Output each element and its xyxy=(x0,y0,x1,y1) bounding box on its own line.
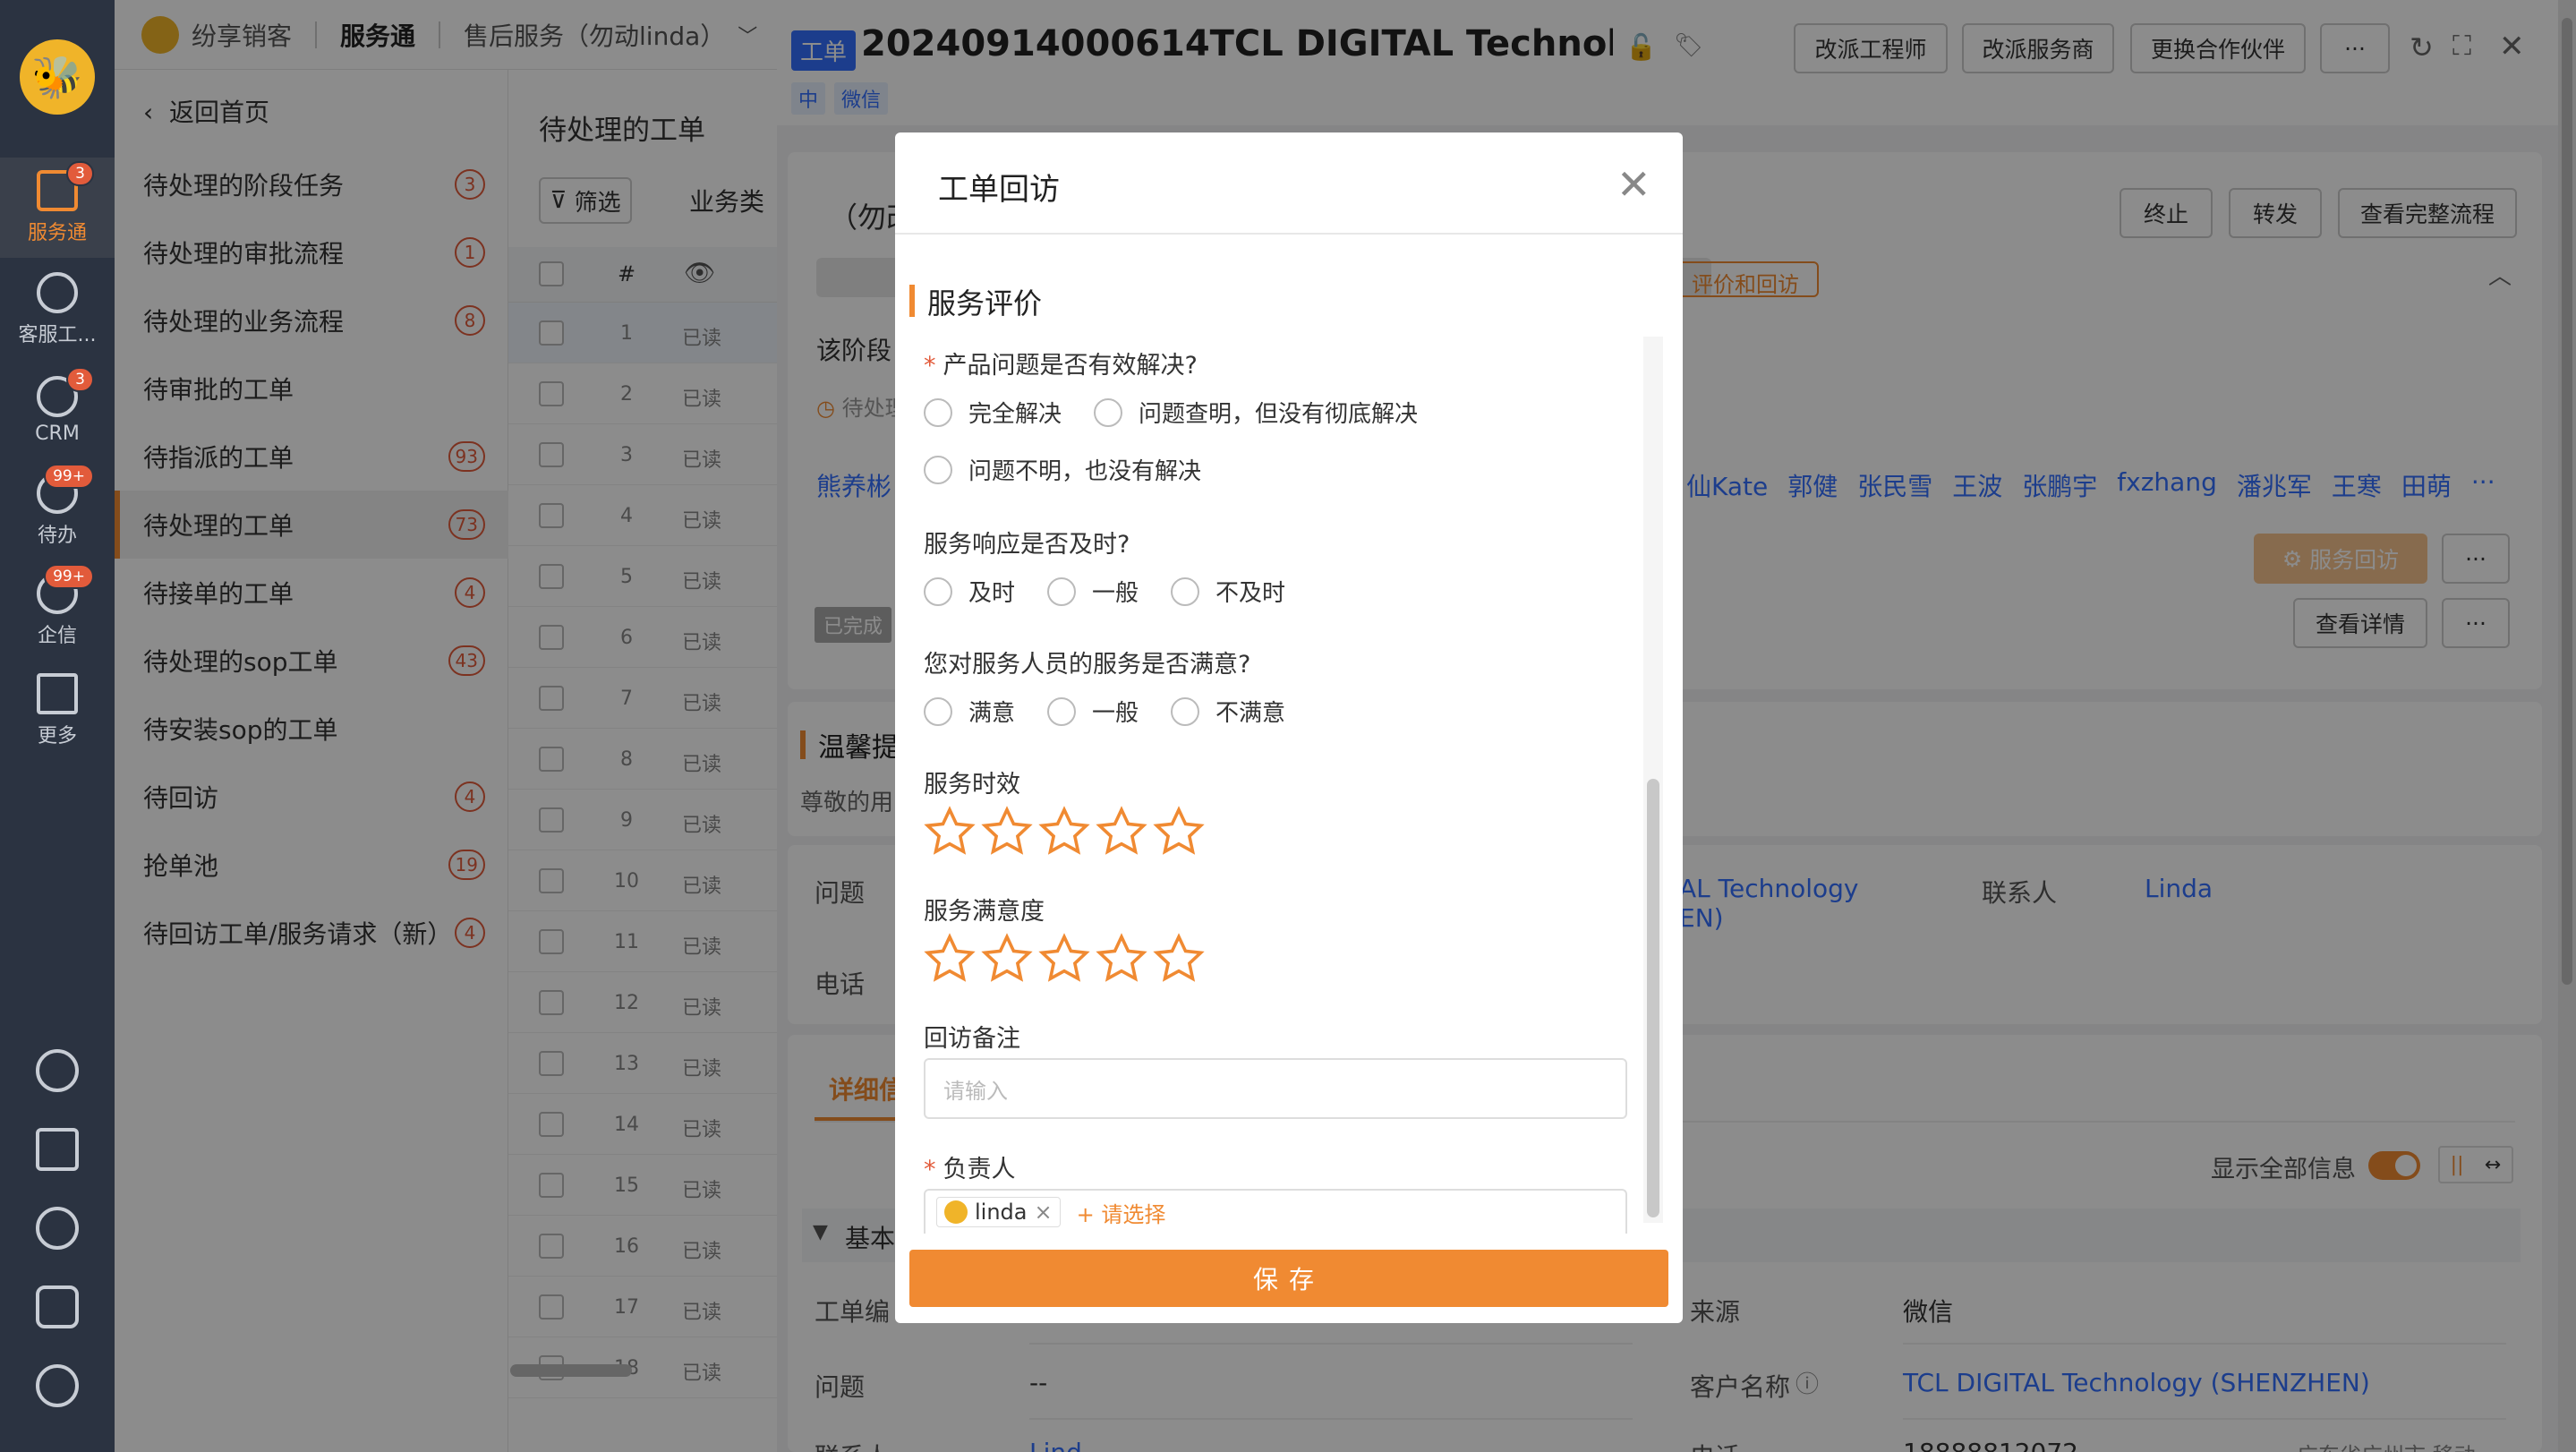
modal-backdrop xyxy=(115,0,777,1452)
owner-label: * 负责人 xyxy=(924,1149,1016,1184)
modal-title: 工单回访 xyxy=(938,172,1060,208)
remove-icon[interactable]: × xyxy=(1035,1200,1053,1225)
star-icon[interactable] xyxy=(922,804,977,859)
clock-icon[interactable] xyxy=(36,1207,79,1250)
radio-label: 完全解决 xyxy=(968,401,1062,428)
radio-q3-opt1[interactable]: 满意 xyxy=(924,695,1015,728)
rating1-label: 服务时效 xyxy=(924,771,1020,799)
section-marker xyxy=(909,285,915,317)
rating2-label: 服务满意度 xyxy=(924,898,1045,926)
radio-q1-opt2[interactable]: 问题查明，但没有彻底解决 xyxy=(1094,396,1418,429)
rating2-stars[interactable] xyxy=(922,931,1207,987)
gear-icon[interactable] xyxy=(36,1364,79,1407)
owner-chip: linda × xyxy=(936,1197,1061,1227)
radio-label: 不满意 xyxy=(1215,700,1286,727)
radio-q1-opt3[interactable]: 问题不明，也没有解决 xyxy=(924,453,1201,486)
required-mark: * xyxy=(924,352,936,380)
star-icon[interactable] xyxy=(1151,804,1207,859)
radio-q3-opt3[interactable]: 不满意 xyxy=(1171,695,1285,728)
rail-item-chat[interactable]: 99+ 企信 xyxy=(0,560,115,661)
radio-label: 问题不明，也没有解决 xyxy=(968,458,1202,485)
radio-circle xyxy=(924,696,952,726)
star-icon[interactable] xyxy=(1094,804,1149,859)
rail-label: 服务通 xyxy=(27,222,87,244)
rail-label: 更多 xyxy=(37,725,77,747)
rail-item-service[interactable]: 3 服务通 xyxy=(0,158,115,258)
todo-icon: 99+ xyxy=(37,464,94,514)
required-mark: * xyxy=(924,1156,936,1183)
star-icon[interactable] xyxy=(1036,804,1092,859)
radio-circle xyxy=(924,397,952,427)
section-title: 服务评价 xyxy=(927,286,1043,320)
chat-icon: 99+ xyxy=(37,564,94,614)
radio-label: 满意 xyxy=(968,700,1016,727)
radio-circle xyxy=(1047,577,1076,606)
rail-label: CRM xyxy=(35,422,80,445)
save-button[interactable]: 保存 xyxy=(909,1250,1668,1307)
user-settings-icon[interactable] xyxy=(36,1285,79,1328)
radio-circle xyxy=(1094,397,1122,427)
radio-circle xyxy=(1171,696,1199,726)
radio-label: 一般 xyxy=(1092,700,1139,727)
avatar xyxy=(944,1200,968,1224)
rail-item-customer-service[interactable]: 客服工... xyxy=(0,260,115,360)
grid-icon xyxy=(37,673,78,714)
q3-label: 您对服务人员的服务是否满意? xyxy=(924,651,1251,679)
star-icon[interactable] xyxy=(979,804,1035,859)
star-icon[interactable] xyxy=(1094,931,1149,987)
close-icon[interactable]: ✕ xyxy=(1616,164,1651,205)
service-icon: 3 xyxy=(37,161,94,211)
rail-item-crm[interactable]: 3 CRM xyxy=(0,360,115,460)
crm-icon: 3 xyxy=(37,366,94,417)
rail-item-more[interactable]: 更多 xyxy=(0,661,115,761)
rail-item-todo[interactable]: 99+ 待办 xyxy=(0,460,115,560)
rating1-stars[interactable] xyxy=(922,804,1207,859)
radio-circle xyxy=(1171,577,1199,606)
notes-icon[interactable] xyxy=(36,1128,79,1171)
divider xyxy=(895,233,1683,235)
app-logo[interactable]: 🐝 xyxy=(20,39,95,115)
rail-label: 待办 xyxy=(37,525,77,547)
radio-circle xyxy=(924,455,952,484)
remark-input[interactable]: 请输入 xyxy=(924,1058,1627,1119)
rail-badge: 99+ xyxy=(44,464,94,489)
radio-label: 一般 xyxy=(1092,580,1139,607)
star-icon[interactable] xyxy=(1151,931,1207,987)
headset-icon xyxy=(37,272,78,313)
star-icon[interactable] xyxy=(979,931,1035,987)
owner-text: 负责人 xyxy=(943,1156,1016,1183)
q2-label: 服务响应是否及时? xyxy=(924,531,1130,559)
radio-circle xyxy=(1047,696,1076,726)
radio-q3-opt2[interactable]: 一般 xyxy=(1047,695,1139,728)
rail-badge: 3 xyxy=(66,366,94,392)
star-icon[interactable] xyxy=(922,931,977,987)
radio-q2-opt3[interactable]: 不及时 xyxy=(1171,575,1285,608)
modal-scrollbar[interactable] xyxy=(1647,779,1659,1217)
rail-label: 企信 xyxy=(37,625,77,647)
radio-label: 问题查明，但没有彻底解决 xyxy=(1139,401,1419,428)
owner-chip-label: linda xyxy=(975,1200,1028,1225)
rail-badge: 3 xyxy=(66,161,94,186)
rail-badge: 99+ xyxy=(44,564,94,589)
q1-label: * 产品问题是否有效解决? xyxy=(924,346,1198,380)
radio-circle xyxy=(924,577,952,606)
q1-text: 产品问题是否有效解决? xyxy=(943,352,1198,380)
owner-select[interactable]: linda × + 请选择 xyxy=(924,1189,1627,1234)
radio-label: 不及时 xyxy=(1215,580,1286,607)
add-owner-link[interactable]: + 请选择 xyxy=(1077,1197,1166,1228)
star-icon[interactable] xyxy=(1036,931,1092,987)
radio-label: 及时 xyxy=(968,580,1016,607)
help-icon[interactable] xyxy=(36,1049,79,1092)
rail-label: 客服工... xyxy=(18,324,97,346)
radio-q2-opt2[interactable]: 一般 xyxy=(1047,575,1139,608)
remark-label: 回访备注 xyxy=(924,1025,1020,1053)
radio-q1-opt1[interactable]: 完全解决 xyxy=(924,396,1062,429)
radio-q2-opt1[interactable]: 及时 xyxy=(924,575,1015,608)
